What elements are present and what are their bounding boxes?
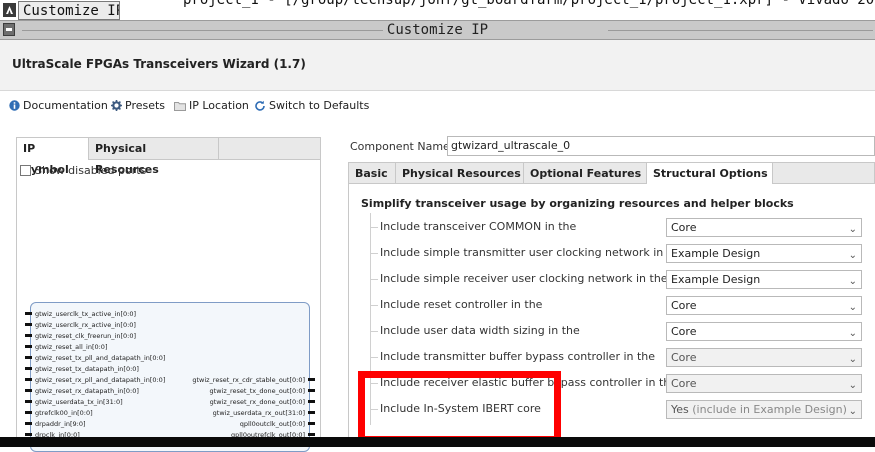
chevron-down-icon: ⌄ [848,276,857,287]
option-select-value: Core [671,221,697,234]
left-tab-bar: IP Symbol Physical Resources [17,138,320,176]
port-out: qpll0outclk_out[0:0] [239,420,316,428]
port-in: gtwiz_userclk_rx_active_in[0:0] [25,321,136,329]
task-button-customize-ip[interactable]: Customize IP [18,1,120,20]
option-label-tx-userclk: Include simple transmitter user clocking… [380,246,685,259]
option-select-value: Core [671,377,697,390]
chevron-down-icon: ⌄ [848,380,857,391]
option-select-value: Example Design [671,273,761,286]
show-disabled-ports-checkbox[interactable] [20,165,31,176]
tab-structural-options[interactable]: Structural Options [647,163,773,184]
option-select-ibert[interactable]: Yes (include in Example Design) ⌄ [666,400,862,419]
tree-tick [370,253,378,254]
switch-defaults-button[interactable]: Switch to Defaults [254,99,369,112]
chevron-down-icon: ⌄ [848,302,857,313]
ip-location-label: IP Location [189,99,249,112]
tab-ip-symbol[interactable]: IP Symbol [17,138,89,176]
chevron-down-icon: ⌄ [848,354,857,365]
port-out: gtwiz_reset_rx_cdr_stable_out[0:0] [192,376,315,384]
port-in: gtwiz_reset_tx_pll_and_datapath_in[0:0] [24,354,166,362]
documentation-label: Documentation [23,99,108,112]
option-select-reset[interactable]: Core ⌄ [666,296,862,315]
section-title: Simplify transceiver usage by organizing… [361,197,794,210]
option-select-rx-userclk[interactable]: Example Design ⌄ [666,270,862,289]
chevron-down-icon: ⌄ [848,406,857,417]
chevron-down-icon: ⌄ [848,224,857,235]
option-select-value: Example Design [671,247,761,260]
tab-physical-resources-left[interactable]: Physical Resources [89,138,219,176]
port-in: gtwiz_reset_tx_datapath_in[0:0] [25,365,139,373]
ip-location-button[interactable]: IP Location [174,99,249,112]
tree-tick [370,357,378,358]
chevron-down-icon: ⌄ [848,250,857,261]
option-select-value: Core [671,325,697,338]
option-select-hint: (include in Example Design) [692,403,847,416]
option-select-value: Core [671,351,697,364]
port-in: gtwiz_reset_all_in[0:0] [24,343,108,351]
port-in: gtwiz_reset_rx_pll_and_datapath_in[0:0] [24,376,166,384]
option-select-common[interactable]: Core ⌄ [666,218,862,237]
bottom-edge [0,437,875,447]
port-out: gtwiz_reset_tx_done_out[0:0] [209,387,316,395]
tab-physical-resources[interactable]: Physical Resources [396,163,524,184]
option-label-common: Include transceiver COMMON in the [380,220,577,233]
port-in: gtwiz_reset_rx_datapath_in[0:0] [25,387,139,395]
tree-tick [370,331,378,332]
option-select-tx-userclk[interactable]: Example Design ⌄ [666,244,862,263]
refresh-icon [255,100,265,111]
toolbar: Documentation Presets IP Location Switch… [0,91,875,121]
dialog-titlebar[interactable]: Customize IP [0,20,875,40]
port-in: drpaddr_in[9:0] [25,420,86,428]
tree-tick [370,279,378,280]
chevron-down-icon: ⌄ [848,328,857,339]
tab-basic[interactable]: Basic [349,163,396,184]
tab-optional-features[interactable]: Optional Features [524,163,647,184]
option-select-value: Yes [671,403,689,416]
port-in: gtrefclk00_in[0:0] [25,409,93,417]
port-in: gtwiz_userclk_tx_active_in[0:0] [25,310,136,318]
vivado-app-icon[interactable] [3,3,16,17]
option-select-tx-buffer-bypass[interactable]: Core ⌄ [666,348,862,367]
presets-label: Presets [125,99,166,112]
gear-icon [111,100,122,111]
option-select-value: Core [671,299,697,312]
port-in: gtwiz_userdata_tx_in[31:0] [25,398,123,406]
folder-icon [174,101,186,111]
option-label-reset: Include reset controller in the [380,298,543,311]
ip-symbol-block: gtwiz_userclk_tx_active_in[0:0] gtwiz_us… [24,302,316,452]
presets-button[interactable]: Presets [111,99,165,112]
component-name-input[interactable]: gtwizard_ultrascale_0 [447,136,875,156]
highlight-box [358,371,561,443]
show-disabled-ports-label: Show disabled ports [35,164,147,177]
component-name-label: Component Name [350,140,450,153]
option-label-width-sizing: Include user data width sizing in the [380,324,580,337]
option-label-tx-buffer-bypass: Include transmitter buffer bypass contro… [380,350,656,363]
option-label-rx-userclk: Include simple receiver user clocking ne… [380,272,668,285]
ip-header: UltraScale FPGAs Transceivers Wizard (1.… [0,40,875,91]
port-out: gtwiz_userdata_rx_out[31:0] [212,409,316,417]
taskbar: Customize IP project_1 - [/group/techsup… [0,0,875,22]
right-tab-bar: Basic Physical Resources Optional Featur… [348,162,875,184]
tree-tick [370,305,378,306]
show-disabled-ports-row[interactable]: Show disabled ports [20,164,146,177]
ip-title: UltraScale FPGAs Transceivers Wizard (1.… [12,57,306,71]
tree-tick [370,227,378,228]
port-in: gtwiz_reset_clk_freerun_in[0:0] [24,332,137,340]
ip-symbol-panel: IP Symbol Physical Resources Show disabl… [16,137,321,452]
option-select-width-sizing[interactable]: Core ⌄ [666,322,862,341]
switch-defaults-label: Switch to Defaults [269,99,370,112]
main-window-title: project_1 - [/group/techsup/jonf/gt_boar… [183,0,875,8]
option-select-rx-elastic-bypass[interactable]: Core ⌄ [666,374,862,393]
dialog-title: Customize IP [0,22,875,38]
documentation-button[interactable]: Documentation [9,99,108,112]
info-icon [9,100,20,111]
port-out: gtwiz_reset_rx_done_out[0:0] [209,398,316,406]
dialog-title-text: Customize IP [382,22,493,38]
